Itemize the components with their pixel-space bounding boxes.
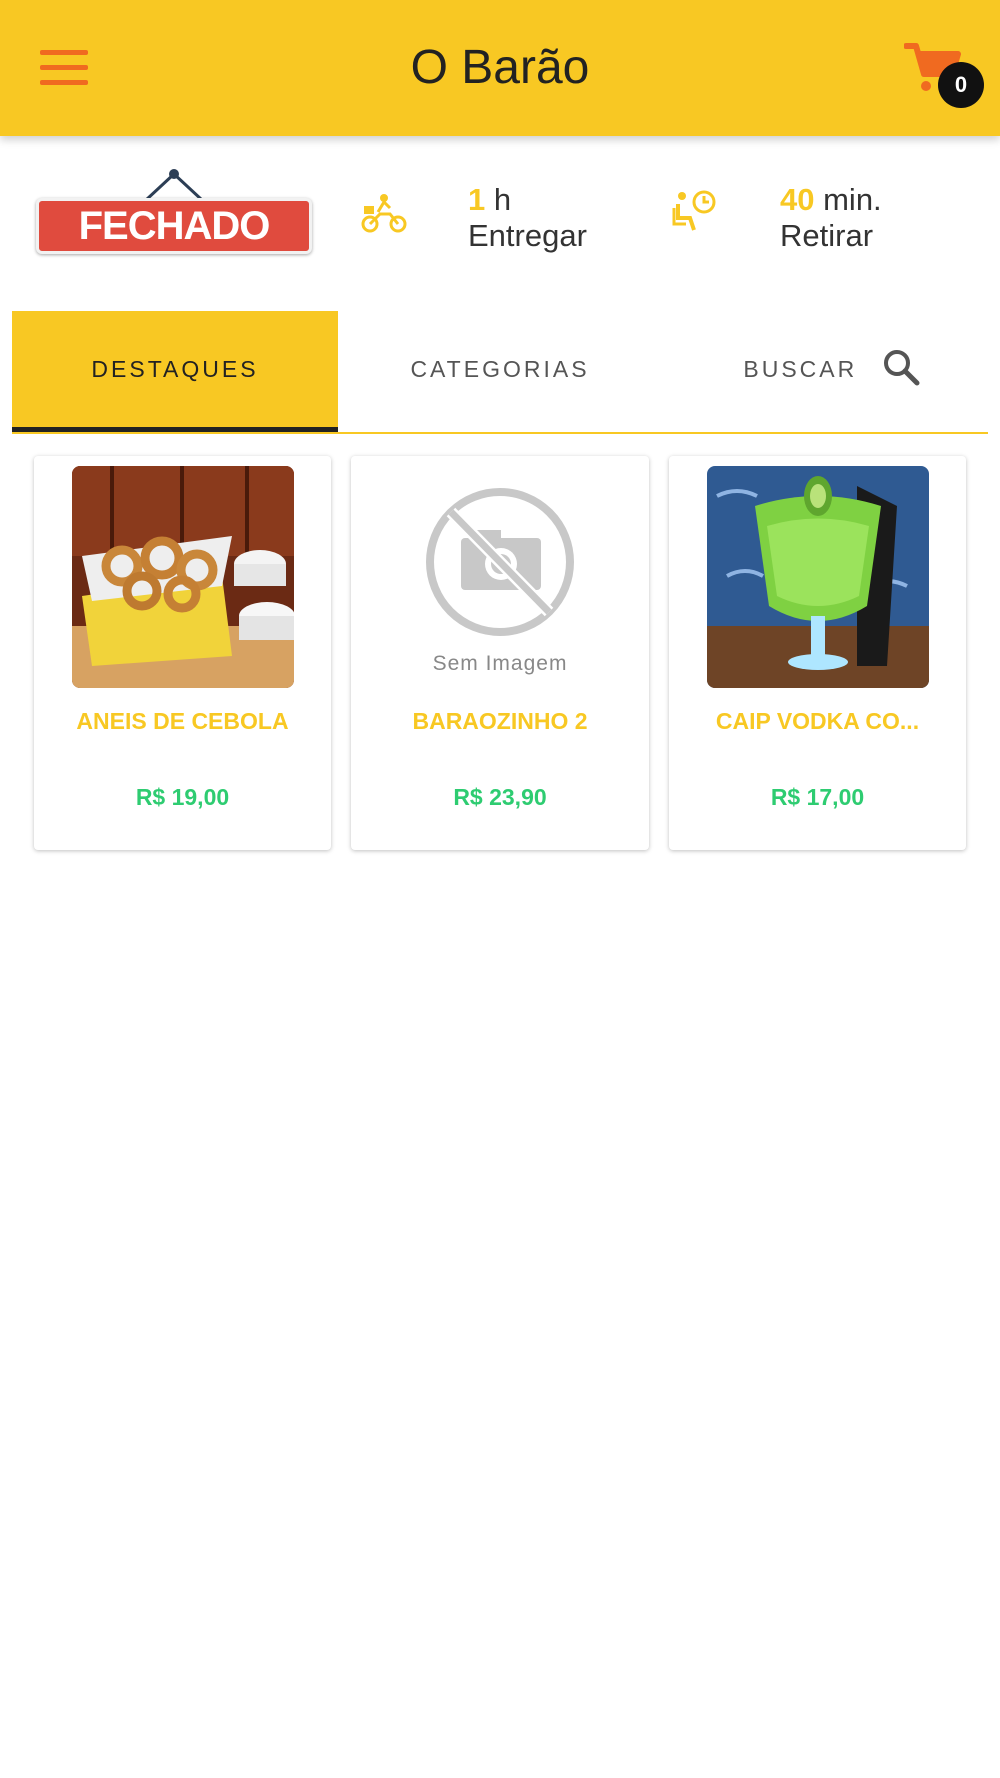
product-card[interactable]: CAIP VODKA CO... R$ 17,00 bbox=[669, 456, 966, 850]
tab-destaques-label: DESTAQUES bbox=[91, 356, 259, 382]
product-card[interactable]: ANEIS DE CEBOLA R$ 19,00 bbox=[34, 456, 331, 850]
app-title: O Barão bbox=[410, 41, 590, 94]
cart-count-badge: 0 bbox=[938, 62, 984, 108]
store-status-sign: FECHADO bbox=[36, 166, 312, 254]
tab-buscar[interactable]: BUSCAR bbox=[662, 311, 988, 431]
delivery-label: Entregar bbox=[468, 218, 587, 253]
cart-button[interactable]: 0 bbox=[904, 40, 984, 110]
tab-categorias[interactable]: CATEGORIAS bbox=[338, 311, 662, 431]
pickup-time: 40 min. bbox=[780, 182, 882, 218]
product-card[interactable]: Sem Imagem BARAOZINHO 2 R$ 23,90 bbox=[351, 456, 649, 850]
product-name: BARAOZINHO 2 bbox=[412, 708, 588, 734]
search-icon bbox=[883, 350, 920, 386]
tab-destaques[interactable]: DESTAQUES bbox=[12, 311, 338, 432]
product-image-caipirinha bbox=[707, 466, 929, 688]
pickup-time-value: 40 bbox=[780, 182, 815, 217]
product-price: R$ 19,00 bbox=[135, 784, 230, 810]
delivery-time: 1 h bbox=[468, 182, 511, 218]
pickup-label: Retirar bbox=[780, 218, 874, 253]
tabs-underline bbox=[12, 432, 988, 434]
app-bar: O Barão 0 bbox=[0, 0, 1000, 136]
delivery-moto-icon bbox=[361, 194, 407, 233]
product-name: ANEIS DE CEBOLA bbox=[76, 708, 289, 734]
product-image-onion-rings bbox=[72, 466, 294, 688]
no-image-text: Sem Imagem bbox=[432, 652, 568, 675]
tab-categorias-label: CATEGORIAS bbox=[410, 356, 590, 382]
tab-buscar-label: BUSCAR bbox=[743, 356, 858, 382]
product-price: R$ 17,00 bbox=[770, 784, 865, 810]
product-price: R$ 23,90 bbox=[453, 784, 547, 810]
product-name: CAIP VODKA CO... bbox=[715, 708, 920, 734]
product-image-placeholder: Sem Imagem bbox=[389, 466, 611, 688]
closed-label: FECHADO bbox=[36, 198, 312, 254]
pickup-clock-icon bbox=[672, 190, 716, 231]
delivery-time-unit: h bbox=[493, 182, 512, 217]
pickup-time-unit: min. bbox=[823, 182, 882, 217]
delivery-time-value: 1 bbox=[468, 182, 486, 217]
